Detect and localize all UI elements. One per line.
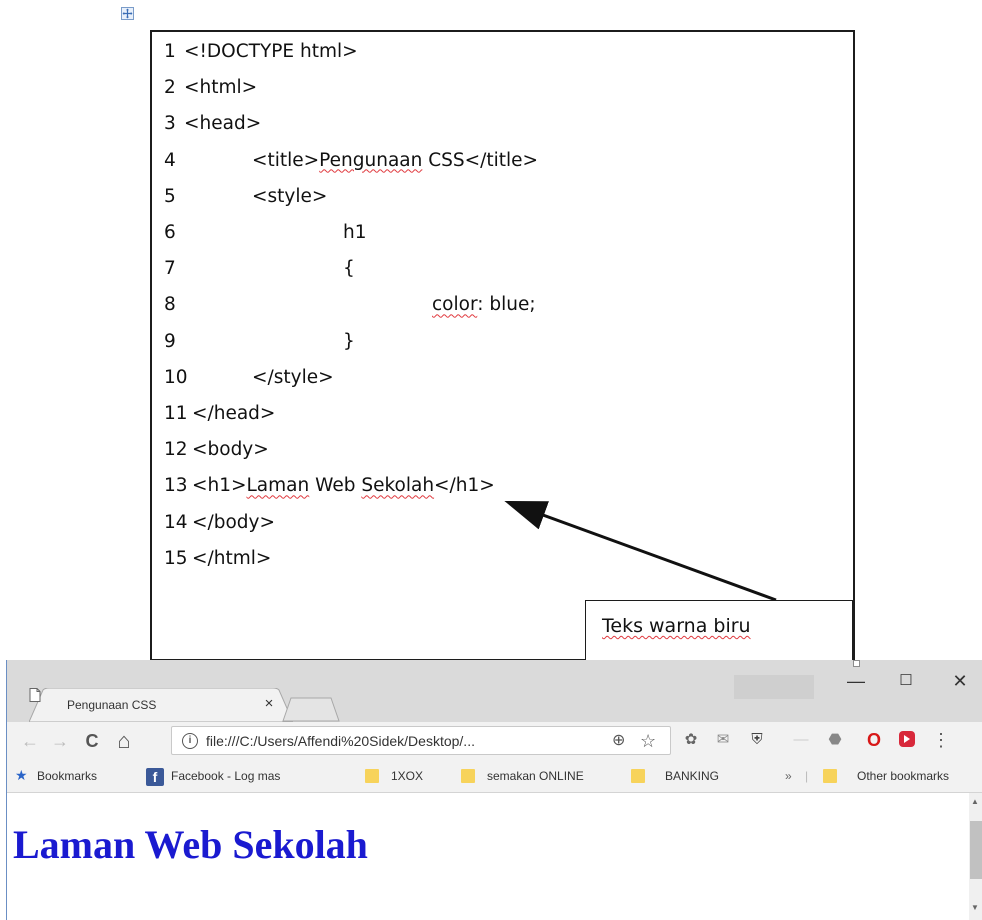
folder-icon: [823, 769, 837, 783]
bookmarks-star-icon: ★: [15, 767, 28, 783]
minimize-button[interactable]: —: [839, 666, 873, 696]
bookmarks-divider: |: [805, 769, 809, 783]
bookmark-banking[interactable]: BANKING: [665, 769, 719, 783]
other-bookmarks[interactable]: Other bookmarks: [857, 769, 949, 783]
bookmarks-bar: ★ Bookmarks f Facebook - Log mas 1XOX se…: [7, 760, 982, 793]
bookmark-1xox[interactable]: 1XOX: [391, 769, 423, 783]
forward-button[interactable]: →: [47, 726, 73, 756]
zoom-icon[interactable]: ⊕: [612, 730, 625, 752]
reload-button[interactable]: C: [79, 726, 105, 756]
browser-window: Pengunaan CSS × — ☐ ✕ ← → C ⌂ i file:///…: [6, 660, 982, 920]
callout-text: Teks warna biru: [602, 615, 751, 637]
title-bar: Pengunaan CSS × — ☐ ✕: [7, 660, 982, 722]
gmail-extension-icon[interactable]: ✉: [713, 730, 733, 750]
folder-icon: [461, 769, 475, 783]
bookmarks-label[interactable]: Bookmarks: [37, 769, 97, 783]
bookmark-facebook[interactable]: Facebook - Log mas: [171, 769, 280, 783]
scroll-thumb[interactable]: [970, 821, 982, 879]
page-icon: [29, 688, 41, 702]
profile-button[interactable]: [734, 675, 814, 699]
extension-icon-2[interactable]: —: [791, 730, 811, 750]
maximize-button[interactable]: ☐: [889, 666, 923, 696]
vertical-scrollbar[interactable]: ▲ ▼: [969, 793, 982, 920]
folder-icon: [631, 769, 645, 783]
extension-icon-1[interactable]: ✿: [681, 730, 701, 750]
back-button[interactable]: ←: [17, 726, 43, 756]
scroll-up-arrow-icon[interactable]: ▲: [971, 797, 979, 806]
page-content: Laman Web Sekolah ▲ ▼: [7, 793, 982, 920]
facebook-icon: f: [146, 768, 164, 786]
scroll-down-arrow-icon[interactable]: ▼: [971, 903, 979, 912]
shield-extension-icon[interactable]: ⛨: [747, 730, 767, 750]
home-button[interactable]: ⌂: [111, 726, 137, 756]
close-tab-icon[interactable]: ×: [261, 695, 277, 712]
toolbar: ← → C ⌂ i file:///C:/Users/Affendi%20Sid…: [7, 722, 982, 760]
opera-icon[interactable]: O: [864, 730, 884, 750]
info-icon[interactable]: i: [182, 733, 198, 749]
record-extension-icon[interactable]: [897, 730, 917, 750]
tab-pengunaan-css[interactable]: Pengunaan CSS ×: [29, 688, 293, 722]
folder-icon: [365, 769, 379, 783]
extension-icon-3[interactable]: ⬣: [825, 730, 845, 750]
menu-icon[interactable]: ⋮: [931, 730, 951, 750]
address-bar[interactable]: i file:///C:/Users/Affendi%20Sidek/Deskt…: [171, 726, 671, 755]
bookmarks-overflow-button[interactable]: »: [785, 769, 792, 783]
bookmark-semakan-online[interactable]: semakan ONLINE: [487, 769, 584, 783]
close-window-button[interactable]: ✕: [943, 666, 977, 696]
page-heading: Laman Web Sekolah: [13, 822, 368, 867]
new-tab-button[interactable]: [281, 696, 341, 722]
bookmark-star-icon[interactable]: ☆: [640, 730, 656, 752]
url-text: file:///C:/Users/Affendi%20Sidek/Desktop…: [206, 733, 475, 749]
callout-box: Teks warna biru: [585, 600, 853, 660]
tab-title: Pengunaan CSS: [67, 698, 157, 712]
resize-handle[interactable]: [853, 660, 860, 667]
